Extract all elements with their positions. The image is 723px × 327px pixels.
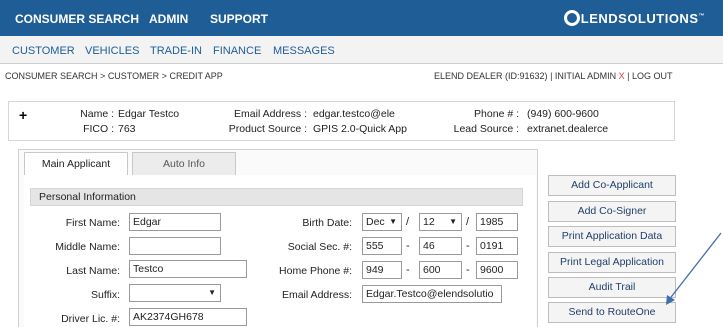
annotation-arrow-icon — [666, 232, 722, 305]
